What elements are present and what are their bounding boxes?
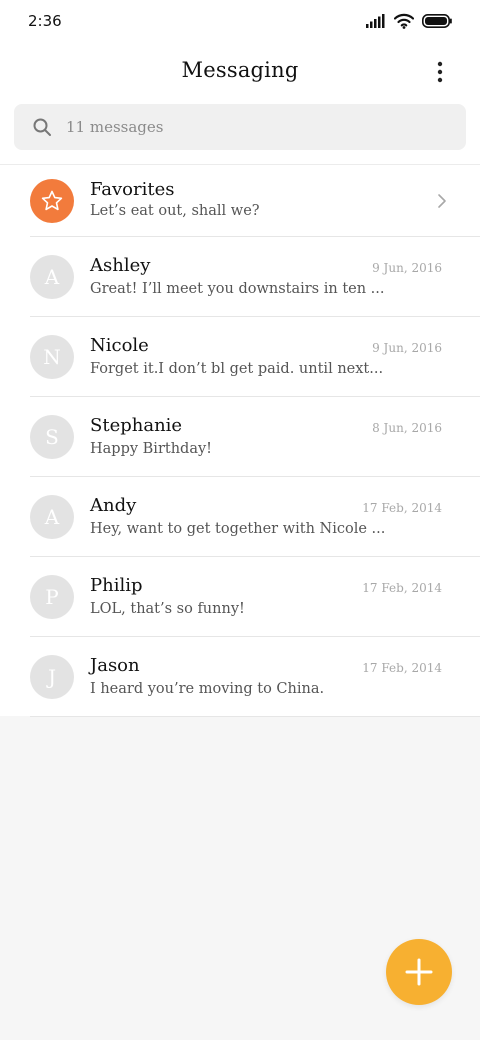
signal-icon [366, 14, 385, 28]
conversation-preview: I heard you’re moving to China. [90, 681, 325, 697]
more-vertical-icon [437, 61, 443, 83]
compose-button[interactable] [386, 939, 452, 1005]
top-panel: 2:36 Messaging 11 messages Favorites Let… [0, 0, 480, 717]
status-bar: 2:36 [0, 0, 480, 44]
status-icons [366, 12, 452, 30]
conversation-name: Favorites [90, 179, 175, 200]
conversation-row[interactable]: A Ashley 9 Jun, 2016 Great! I’ll meet yo… [0, 237, 480, 317]
avatar: N [30, 335, 74, 379]
conversation-row[interactable]: P Philip 17 Feb, 2014 LOL, that’s so fun… [0, 557, 480, 637]
more-options-button[interactable] [430, 58, 450, 86]
conversation-date: 8 Jun, 2016 [372, 421, 442, 435]
header: Messaging [0, 44, 480, 100]
avatar: P [30, 575, 74, 619]
conversation-preview: LOL, that’s so funny! [90, 601, 245, 617]
avatar: A [30, 495, 74, 539]
conversation-name: Philip [90, 575, 143, 596]
conversation-date: 9 Jun, 2016 [372, 261, 442, 275]
conversation-preview: Happy Birthday! [90, 441, 212, 457]
conversation-row[interactable]: S Stephanie 8 Jun, 2016 Happy Birthday! [0, 397, 480, 477]
search-bar[interactable] [14, 104, 466, 150]
conversation-row[interactable]: N Nicole 9 Jun, 2016 Forget it.I don’t b… [0, 317, 480, 397]
plus-icon [405, 958, 433, 986]
page-title: Messaging [181, 58, 299, 82]
conversation-preview: Let’s eat out, shall we? [90, 203, 260, 219]
wifi-icon [394, 13, 414, 29]
chevron-right-icon [438, 194, 446, 208]
search-input[interactable] [66, 104, 446, 150]
conversation-name: Andy [90, 495, 137, 516]
conversation-name: Stephanie [90, 415, 183, 436]
avatar: A [30, 255, 74, 299]
conversation-preview: Forget it.I don’t bl get paid. until nex… [90, 361, 384, 377]
conversation-row[interactable]: A Andy 17 Feb, 2014 Hey, want to get tog… [0, 477, 480, 557]
avatar: J [30, 655, 74, 699]
favorites-row[interactable]: Favorites Let’s eat out, shall we? [0, 165, 480, 237]
conversation-date: 17 Feb, 2014 [362, 661, 442, 675]
search-icon [33, 118, 51, 136]
conversation-date: 17 Feb, 2014 [362, 581, 442, 595]
favorites-avatar [30, 179, 74, 223]
status-time: 2:36 [28, 12, 62, 30]
conversation-name: Jason [90, 655, 140, 676]
star-icon [41, 190, 63, 211]
conversation-date: 17 Feb, 2014 [362, 501, 442, 515]
conversation-name: Ashley [90, 255, 151, 276]
conversation-list: Favorites Let’s eat out, shall we? A Ash… [0, 164, 480, 717]
conversation-preview: Hey, want to get together with Nicole ..… [90, 521, 386, 537]
messaging-screen: 2:36 Messaging 11 messages Favorites Let… [0, 0, 480, 1040]
conversation-row[interactable]: J Jason 17 Feb, 2014 I heard you’re movi… [0, 637, 480, 717]
battery-icon [422, 14, 452, 28]
avatar: S [30, 415, 74, 459]
conversation-preview: Great! I’ll meet you downstairs in ten .… [90, 281, 385, 297]
conversation-name: Nicole [90, 335, 149, 356]
conversation-date: 9 Jun, 2016 [372, 341, 442, 355]
